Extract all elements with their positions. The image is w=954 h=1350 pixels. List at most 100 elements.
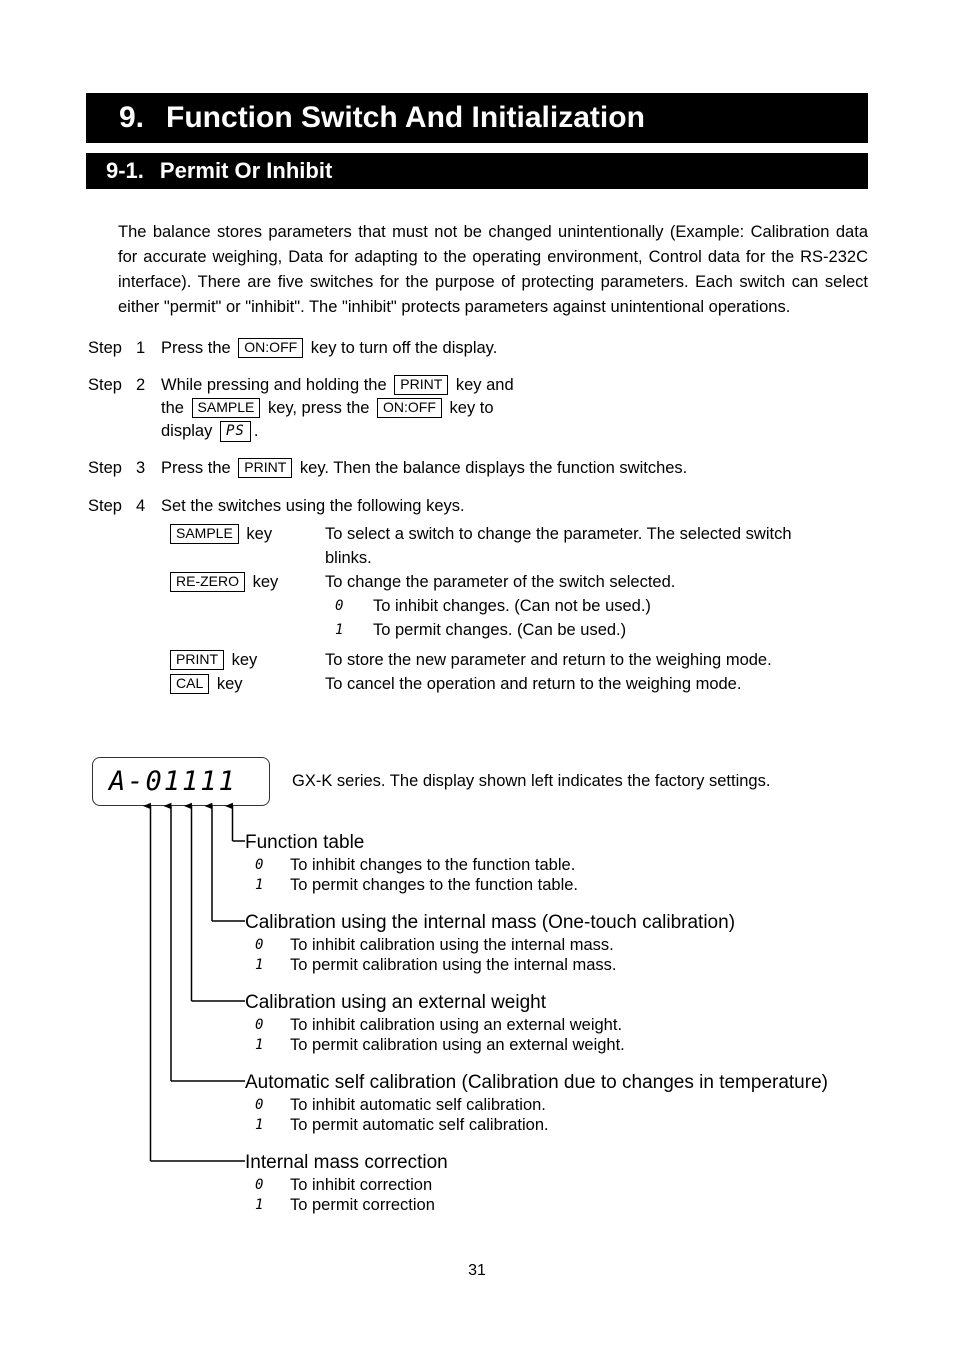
key-sample[interactable]: SAMPLE	[170, 523, 239, 544]
lcd-digit-one: 1	[255, 1197, 265, 1213]
annotation-heading: Internal mass correction	[245, 1152, 448, 1173]
lcd-digit-one: 1	[255, 877, 265, 893]
step-4: Step 4 Set the switches using the follow…	[88, 495, 908, 521]
annotation-heading: Automatic self calibration (Calibration …	[245, 1072, 828, 1093]
step-2-text-d: key, press the	[267, 399, 370, 417]
annotation-option-text: To permit calibration using an external …	[290, 1036, 625, 1054]
lcd-digit-one: 1	[255, 957, 265, 973]
rezero-option-text: To permit changes. (Can be used.)	[373, 621, 627, 639]
key-print[interactable]: PRINT	[238, 457, 293, 478]
lcd-digit-one: 1	[255, 1037, 265, 1053]
annotation-option-text: To inhibit changes to the function table…	[290, 856, 576, 874]
lcd-digit-zero: 0	[255, 937, 265, 953]
annotation-heading: Calibration using an external weight	[245, 992, 547, 1013]
key-row-rezero: RE-ZERO key To change the parameter of t…	[170, 570, 870, 594]
step-index: 2	[136, 376, 146, 394]
lcd-digit-zero: 0	[335, 598, 345, 614]
step-1-text-a: Press the	[161, 339, 231, 357]
annotation-function-table: Function table 0 To inhibit changes to t…	[245, 831, 945, 895]
key-desc: To store the new parameter and return to…	[325, 651, 772, 669]
annotation-option-permit: 1 To permit correction	[245, 1195, 945, 1215]
chapter-header-bar: 9. Function Switch And Initialization	[86, 93, 868, 143]
key-cell: CAL key	[170, 672, 325, 696]
chapter-title: Function Switch And Initialization	[166, 101, 645, 134]
step-2-text-b: key and	[455, 376, 514, 394]
annotation-external-weight-calibration: Calibration using an external weight 0 T…	[245, 991, 945, 1055]
key-re-zero[interactable]: RE-ZERO	[170, 571, 245, 592]
annotation-option-text: To inhibit correction	[290, 1176, 433, 1194]
step-label: Step	[88, 339, 122, 357]
step-4-body: Set the switches using the following key…	[161, 497, 465, 515]
lcd-ps-readout: PS	[225, 422, 245, 439]
key-suffix: key	[252, 573, 279, 591]
step-index: 1	[136, 339, 146, 357]
annotation-internal-mass-correction: Internal mass correction 0 To inhibit co…	[245, 1151, 945, 1215]
lcd-digit-zero: 0	[255, 857, 265, 873]
step-2-body: While pressing and holding the PRINT key…	[161, 374, 951, 443]
step-2-text-f: display	[161, 422, 213, 440]
step-1-body: Press the ON:OFF key to turn off the dis…	[161, 337, 951, 360]
annotation-internal-mass-calibration: Calibration using the internal mass (One…	[245, 911, 945, 975]
section-number: 9-1.	[106, 158, 144, 183]
annotation-option-inhibit: 0 To inhibit changes to the function tab…	[245, 855, 945, 875]
key-desc: To select a switch to change the paramet…	[325, 522, 870, 570]
annotation-option-inhibit: 0 To inhibit calibration using the inter…	[245, 935, 945, 955]
rezero-option-text: To inhibit changes. (Can not be used.)	[373, 597, 651, 615]
key-onoff[interactable]: ON:OFF	[238, 337, 304, 358]
key-cell: SAMPLE key	[170, 522, 325, 546]
annotation-option-text: To permit changes to the function table.	[290, 876, 579, 894]
key-cell: PRINT key	[170, 648, 325, 672]
key-desc: To cancel the operation and return to th…	[325, 675, 742, 693]
key-row-print: PRINT key To store the new parameter and…	[170, 648, 870, 672]
annotation-option-text: To permit correction	[290, 1196, 435, 1214]
step-3-text-a: Press the	[161, 459, 231, 477]
annotation-option-text: To permit calibration using the internal…	[290, 956, 617, 974]
step-2-text-a: While pressing and holding the	[161, 376, 387, 394]
key-suffix: key	[246, 525, 273, 543]
annotation-option-text: To inhibit calibration using an external…	[290, 1016, 623, 1034]
key-row-cal: CAL key To cancel the operation and retu…	[170, 672, 870, 696]
key-suffix: key	[216, 675, 243, 693]
rezero-option-inhibit: 0 To inhibit changes. (Can not be used.)	[325, 594, 870, 618]
lcd-digit-one: 1	[255, 1117, 265, 1133]
key-description-list: SAMPLE key To select a switch to change …	[170, 522, 870, 696]
intro-paragraph: The balance stores parameters that must …	[118, 222, 868, 316]
key-print[interactable]: PRINT	[170, 649, 224, 670]
chapter-number: 9.	[119, 101, 145, 134]
key-cell: RE-ZERO key	[170, 570, 325, 594]
page-number: 31	[468, 1262, 486, 1279]
key-suffix: key	[231, 651, 258, 669]
lcd-digit-zero: 0	[255, 1177, 265, 1193]
step-2: Step 2 While pressing and holding the PR…	[88, 374, 868, 446]
section-title: Permit Or Inhibit	[159, 158, 333, 183]
lcd-digit-zero: 0	[255, 1097, 265, 1113]
key-cal[interactable]: CAL	[170, 673, 210, 694]
section-header-bar: 9-1. Permit Or Inhibit	[86, 153, 868, 189]
step-3: Step 3 Press the PRINT key. Then the bal…	[88, 457, 868, 483]
key-row-sample: SAMPLE key To select a switch to change …	[170, 522, 870, 570]
annotation-heading: Function table	[245, 832, 365, 853]
step-1: Step 1 Press the ON:OFF key to turn off …	[88, 337, 868, 363]
step-2-text-c: the	[161, 399, 184, 417]
lcd-digit-one: 1	[335, 622, 345, 638]
key-onoff[interactable]: ON:OFF	[377, 397, 442, 418]
annotation-option-permit: 1 To permit changes to the function tabl…	[245, 875, 945, 895]
step-label: Step	[88, 497, 122, 515]
step-index: 4	[136, 497, 146, 515]
annotation-heading: Calibration using the internal mass (One…	[245, 912, 736, 933]
lcd-digit-zero: 0	[255, 1017, 265, 1033]
step-3-body: Press the PRINT key. Then the balance di…	[161, 457, 951, 480]
step-2-text-g: .	[253, 422, 259, 440]
key-sample[interactable]: SAMPLE	[191, 397, 261, 418]
key-desc-line-1: To select a switch to change the paramet…	[325, 525, 792, 543]
key-print[interactable]: PRINT	[394, 374, 449, 395]
rezero-option-permit: 1 To permit changes. (Can be used.)	[325, 618, 870, 642]
step-2-text-e: key to	[449, 399, 494, 417]
step-3-text-b: key. Then the balance displays the funct…	[299, 459, 688, 477]
step-label: Step	[88, 459, 122, 477]
key-desc-line-2: blinks.	[325, 549, 372, 567]
step-label: Step	[88, 376, 122, 394]
annotation-option-inhibit: 0 To inhibit automatic self calibration.	[245, 1095, 945, 1115]
lcd-readout: A-01111	[109, 766, 237, 797]
step-1-text-b: key to turn off the display.	[310, 339, 498, 357]
